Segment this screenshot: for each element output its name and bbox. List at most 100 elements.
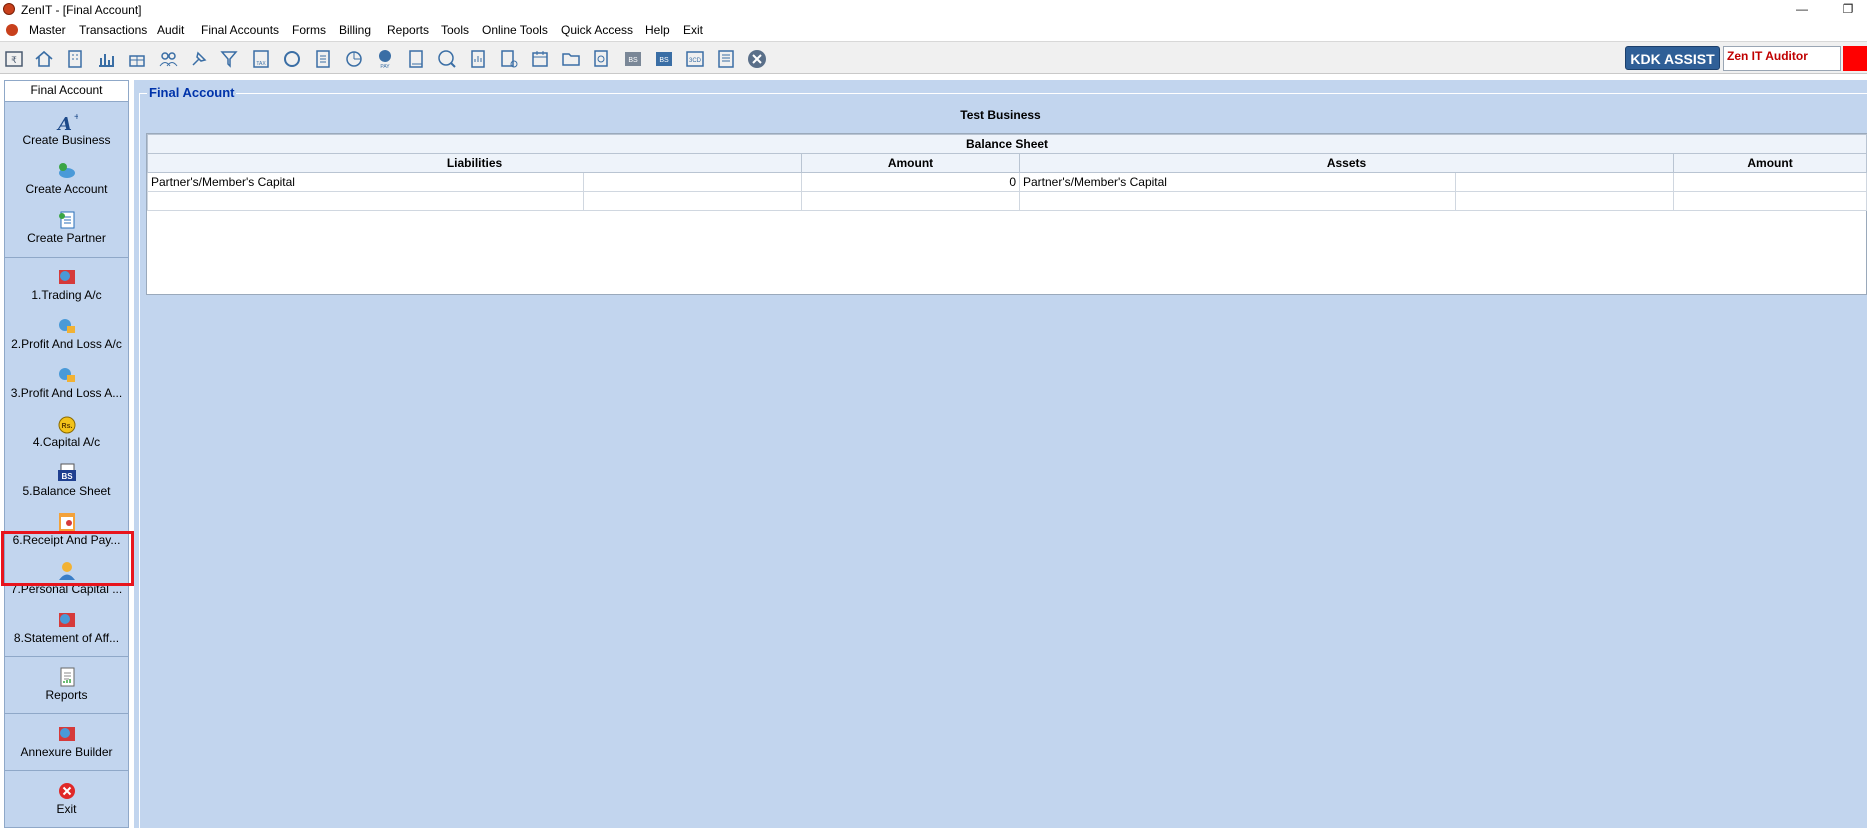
calendar-icon[interactable] bbox=[529, 48, 551, 70]
svg-text:TAX: TAX bbox=[256, 61, 266, 67]
rupee-book-icon[interactable]: ₹ bbox=[3, 48, 25, 70]
sidebar-item-create-business[interactable]: A + Create Business bbox=[5, 111, 128, 147]
close-circle-icon[interactable] bbox=[746, 48, 768, 70]
asset-sub-cell[interactable] bbox=[1455, 172, 1674, 192]
profit-loss-icon bbox=[58, 319, 75, 333]
menu-master[interactable]: Master bbox=[29, 23, 66, 37]
building-icon[interactable] bbox=[64, 48, 86, 70]
sidebar-item-label: Exit bbox=[56, 802, 77, 816]
sidebar-item-label: Create Partner bbox=[27, 231, 106, 245]
menu-online-tools[interactable]: Online Tools bbox=[482, 23, 548, 37]
business-name: Test Business bbox=[960, 108, 1041, 122]
menu-transactions[interactable]: Transactions bbox=[79, 23, 147, 37]
refresh-icon[interactable] bbox=[281, 48, 303, 70]
auditor-field[interactable]: Zen IT Auditor bbox=[1723, 46, 1841, 71]
sidebar-item-profit-loss[interactable]: 2.Profit And Loss A/c bbox=[5, 315, 128, 351]
info-search-icon[interactable] bbox=[436, 48, 458, 70]
menu-exit[interactable]: Exit bbox=[683, 23, 703, 37]
sidebar-item-label: 2.Profit And Loss A/c bbox=[11, 337, 122, 351]
menu-help[interactable]: Help bbox=[645, 23, 670, 37]
sidebar-item-create-partner[interactable]: Create Partner bbox=[5, 209, 128, 245]
assets-amount-header[interactable]: Amount bbox=[1672, 153, 1867, 173]
app-icon bbox=[3, 3, 15, 15]
users-icon[interactable] bbox=[157, 48, 179, 70]
sidebar-item-reports[interactable]: Reports bbox=[5, 666, 128, 702]
epay-icon[interactable]: PAY bbox=[374, 48, 396, 70]
kdk-assist-button[interactable]: KDK ASSIST bbox=[1625, 46, 1720, 70]
svg-text:+: + bbox=[74, 112, 78, 123]
home-icon[interactable] bbox=[33, 48, 55, 70]
empty-cell[interactable] bbox=[1019, 191, 1456, 211]
bar-chart-icon[interactable] bbox=[95, 48, 117, 70]
liability-sub-cell[interactable] bbox=[583, 172, 802, 192]
statement-icon bbox=[58, 613, 75, 627]
sidebar-item-label: Reports bbox=[45, 688, 88, 702]
balance-sheet-grid: Balance Sheet Liabilities Amount Assets … bbox=[146, 133, 1867, 295]
sidebar-header: Final Account bbox=[5, 81, 128, 102]
menu-app-icon[interactable] bbox=[6, 24, 18, 36]
report-icon[interactable] bbox=[467, 48, 489, 70]
sidebar-item-profit-loss-appropriation[interactable]: 3.Profit And Loss A... bbox=[5, 364, 128, 400]
liabilities-header[interactable]: Liabilities bbox=[147, 153, 802, 173]
sidebar-item-exit[interactable]: Exit bbox=[5, 780, 128, 816]
menu-billing[interactable]: Billing bbox=[339, 23, 371, 37]
document-edit-icon[interactable] bbox=[498, 48, 520, 70]
sidebar-item-trading[interactable]: 1.Trading A/c bbox=[5, 266, 128, 302]
menu-bar: Master Transactions Audit Final Accounts… bbox=[0, 20, 1867, 41]
trading-icon bbox=[58, 270, 75, 284]
toolbar: ₹ TAX PAY BS BS 3CD KDK ASSIST Zen IT Au… bbox=[0, 41, 1867, 74]
ledger-icon[interactable] bbox=[715, 48, 737, 70]
calculator-icon[interactable] bbox=[312, 48, 334, 70]
3cd-icon[interactable]: 3CD bbox=[684, 48, 706, 70]
liability-amount-cell[interactable]: 0 bbox=[801, 172, 1020, 192]
empty-cell[interactable] bbox=[801, 191, 1020, 211]
bs-icon[interactable]: BS bbox=[622, 48, 644, 70]
bs-report-icon[interactable]: BS bbox=[653, 48, 675, 70]
empty-cell[interactable] bbox=[583, 191, 802, 211]
menu-reports[interactable]: Reports bbox=[387, 23, 429, 37]
menu-quick-access[interactable]: Quick Access bbox=[561, 23, 633, 37]
empty-cell[interactable] bbox=[1672, 191, 1867, 211]
menu-audit[interactable]: Audit bbox=[157, 23, 184, 37]
liability-cell[interactable]: Partner's/Member's Capital bbox=[147, 172, 584, 192]
asset-amount-cell[interactable] bbox=[1672, 172, 1867, 192]
table-row[interactable] bbox=[147, 191, 1867, 211]
search-doc-icon[interactable] bbox=[591, 48, 613, 70]
sidebar-item-statement-of-affairs[interactable]: 8.Statement of Aff... bbox=[5, 609, 128, 645]
sidebar-item-balance-sheet[interactable]: BS 5.Balance Sheet bbox=[5, 462, 128, 498]
tax-icon[interactable]: TAX bbox=[250, 48, 272, 70]
sidebar-item-annexure-builder[interactable]: Annexure Builder bbox=[5, 723, 128, 759]
assets-header[interactable]: Assets bbox=[1019, 153, 1674, 173]
selection-highlight bbox=[1, 531, 134, 586]
pie-chart-icon[interactable] bbox=[343, 48, 365, 70]
svg-text:BS: BS bbox=[61, 472, 73, 481]
svg-text:Rs.: Rs. bbox=[61, 423, 72, 430]
sidebar-item-capital[interactable]: Rs. 4.Capital A/c bbox=[5, 413, 128, 449]
liabilities-amount-header[interactable]: Amount bbox=[801, 153, 1020, 173]
menu-forms[interactable]: Forms bbox=[292, 23, 326, 37]
sidebar-item-create-account[interactable]: Create Account bbox=[5, 160, 128, 196]
minimize-icon[interactable]: — bbox=[1787, 0, 1817, 20]
table-row[interactable]: Partner's/Member's Capital 0 Partner's/M… bbox=[147, 172, 1867, 192]
asset-cell[interactable]: Partner's/Member's Capital bbox=[1019, 172, 1456, 192]
filter-icon[interactable] bbox=[219, 48, 241, 70]
svg-text:3CD: 3CD bbox=[689, 58, 702, 64]
restore-icon[interactable]: ❐ bbox=[1833, 0, 1863, 20]
final-account-sidebar: Final Account A + Create Business Create … bbox=[1, 80, 134, 828]
empty-cell[interactable] bbox=[147, 191, 584, 211]
sidebar-item-label: 5.Balance Sheet bbox=[22, 484, 111, 498]
pin-icon[interactable] bbox=[188, 48, 210, 70]
sidebar-item-label: Annexure Builder bbox=[20, 745, 113, 759]
empty-cell[interactable] bbox=[1455, 191, 1674, 211]
sheet-title-row: Balance Sheet bbox=[146, 134, 1867, 154]
sidebar-item-label: 1.Trading A/c bbox=[31, 288, 102, 302]
reports-icon bbox=[60, 667, 74, 687]
gift-icon[interactable] bbox=[126, 48, 148, 70]
status-indicator bbox=[1843, 46, 1867, 71]
menu-tools[interactable]: Tools bbox=[441, 23, 469, 37]
book-icon[interactable] bbox=[405, 48, 427, 70]
folder-add-icon[interactable] bbox=[560, 48, 582, 70]
main-panel: Final Account Test Business Balance Shee… bbox=[134, 80, 1867, 828]
sheet-title: Balance Sheet bbox=[146, 134, 1867, 154]
menu-final-accounts[interactable]: Final Accounts bbox=[201, 23, 279, 37]
